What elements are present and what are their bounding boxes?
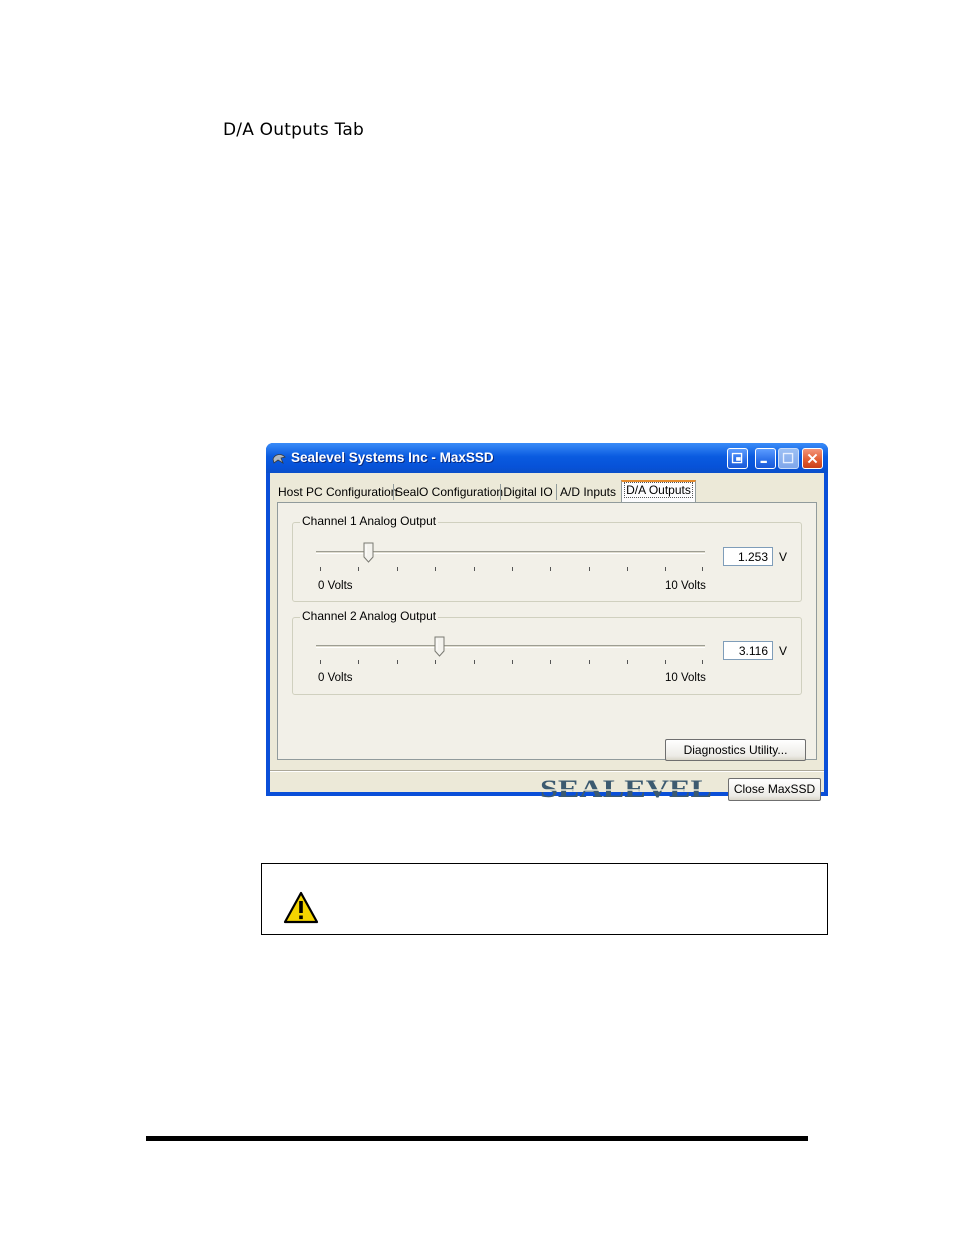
page-footer-rule	[146, 1136, 808, 1141]
tick	[702, 660, 703, 664]
tab-label: D/A Outputs	[624, 482, 693, 498]
maxssd-window: Sealevel Systems Inc - MaxSSD Host PC Co…	[266, 443, 828, 801]
tick	[320, 567, 321, 571]
caution-box	[261, 863, 828, 935]
channel-2-slider-thumb[interactable]	[434, 636, 445, 657]
channel-1-min-label: 0 Volts	[318, 580, 353, 592]
tab-da-outputs[interactable]: D/A Outputs	[621, 480, 696, 502]
channel-1-max-label: 10 Volts	[665, 580, 706, 592]
sealevel-logo: SEALEVEL	[540, 776, 712, 800]
channel-2-min-label: 0 Volts	[318, 672, 353, 684]
tick	[474, 660, 475, 664]
tick	[397, 567, 398, 571]
channel-2-value-field[interactable]: 3.116	[723, 641, 773, 660]
tick	[397, 660, 398, 664]
tab-label: SealO Configuration	[395, 485, 504, 499]
tick	[550, 660, 551, 664]
footer-divider	[270, 770, 824, 772]
minimize-icon	[760, 460, 767, 464]
window-title: Sealevel Systems Inc - MaxSSD	[291, 450, 494, 465]
tab-sealo-configuration[interactable]: SealO Configuration	[395, 483, 503, 502]
tick	[550, 567, 551, 571]
tick	[589, 660, 590, 664]
channel-2-unit: V	[779, 644, 788, 658]
close-icon	[807, 453, 818, 464]
tick	[627, 660, 628, 664]
svg-text:SEALEVEL: SEALEVEL	[540, 776, 712, 800]
close-maxssd-button[interactable]: Close MaxSSD	[728, 778, 821, 801]
tab-label: Host PC Configuration	[278, 485, 398, 499]
channel-2-title: Channel 2 Analog Output	[300, 609, 439, 623]
tick	[358, 660, 359, 664]
channel-1-group: Channel 1 Analog Output 0 Volts 10 Volts…	[292, 514, 802, 602]
tick	[512, 660, 513, 664]
channel-2-group: Channel 2 Analog Output 0 Volts 10 Volts…	[292, 609, 802, 695]
tab-host-pc-configuration[interactable]: Host PC Configuration	[278, 483, 397, 502]
tick	[435, 567, 436, 571]
tick	[320, 660, 321, 664]
channel-1-unit: V	[779, 550, 788, 564]
tick	[702, 567, 703, 571]
help-window-icon	[731, 452, 743, 464]
warning-triangle-icon	[283, 891, 319, 924]
context-help-button[interactable]	[727, 448, 748, 469]
tick	[665, 567, 666, 571]
channel-1-title: Channel 1 Analog Output	[300, 514, 439, 528]
channel-1-value-field[interactable]: 1.253	[723, 547, 773, 566]
tick	[665, 660, 666, 664]
da-outputs-panel: Channel 1 Analog Output 0 Volts 10 Volts…	[277, 502, 817, 761]
tick	[358, 567, 359, 571]
tick	[627, 567, 628, 571]
tick	[474, 567, 475, 571]
section-heading: D/A Outputs Tab	[223, 120, 364, 140]
channel-1-slider-thumb[interactable]	[363, 542, 374, 563]
tab-separator	[393, 484, 394, 500]
app-icon	[272, 454, 286, 464]
tab-separator	[500, 484, 501, 500]
diagnostics-utility-button[interactable]: Diagnostics Utility...	[665, 739, 806, 761]
tick	[589, 567, 590, 571]
close-window-button[interactable]	[802, 448, 823, 469]
tab-label: A/D Inputs	[559, 485, 617, 499]
window-client-area: Host PC Configuration SealO Configuratio…	[270, 473, 824, 801]
tab-ad-inputs[interactable]: A/D Inputs	[558, 483, 618, 502]
title-bar[interactable]: Sealevel Systems Inc - MaxSSD	[266, 443, 828, 473]
minimize-button[interactable]	[755, 448, 776, 469]
maximize-button[interactable]	[778, 448, 799, 469]
channel-2-max-label: 10 Volts	[665, 672, 706, 684]
channel-2-slider-track[interactable]	[316, 645, 705, 648]
tab-label: Digital IO	[503, 485, 553, 499]
tab-separator	[556, 484, 557, 500]
maximize-icon	[782, 452, 794, 464]
tick	[435, 660, 436, 664]
tick	[512, 567, 513, 571]
channel-1-slider-track[interactable]	[316, 551, 705, 554]
tab-digital-io[interactable]: Digital IO	[502, 483, 554, 502]
